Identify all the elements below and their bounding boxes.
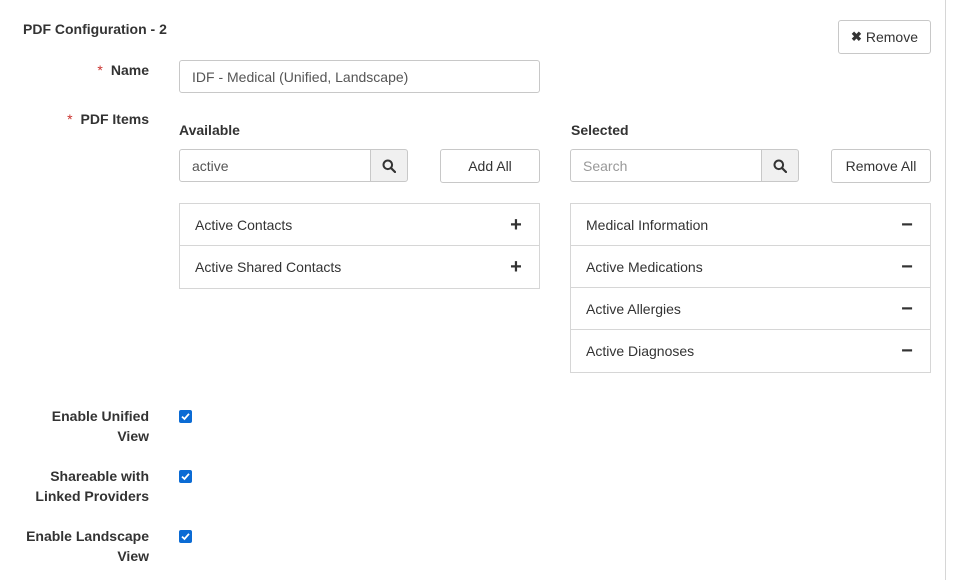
selected-item-active-medications[interactable]: Active Medications − <box>571 246 930 288</box>
selected-item-active-allergies[interactable]: Active Allergies − <box>571 288 930 330</box>
selected-title: Selected <box>571 122 629 138</box>
minus-icon[interactable]: − <box>899 215 915 235</box>
list-item-label: Active Medications <box>586 258 703 275</box>
name-label: * Name <box>97 62 149 78</box>
enable-unified-view-checkbox[interactable] <box>179 410 192 423</box>
selected-item-medical-information[interactable]: Medical Information − <box>571 204 930 246</box>
available-search-button[interactable] <box>370 149 408 182</box>
remove-config-button[interactable]: ✖ Remove <box>838 20 931 54</box>
list-item-label: Active Diagnoses <box>586 343 695 359</box>
selected-item-active-diagnoses[interactable]: Active Diagnoses − <box>571 330 930 372</box>
search-icon <box>382 159 396 173</box>
shareable-linked-providers-label: Shareable with Linked Providers <box>35 468 149 504</box>
remove-all-button[interactable]: Remove All <box>831 149 931 183</box>
list-item-label: Active Contacts <box>195 216 293 233</box>
selected-search-button[interactable] <box>761 149 799 182</box>
available-search-input[interactable] <box>179 149 371 182</box>
section-heading: PDF Configuration - 2 <box>23 21 167 37</box>
available-item-active-shared-contacts[interactable]: Active Shared Contacts + <box>180 246 539 288</box>
available-item-active-contacts[interactable]: Active Contacts + <box>180 204 539 246</box>
plus-icon[interactable]: + <box>508 215 524 235</box>
add-all-button[interactable]: Add All <box>440 149 540 183</box>
shareable-linked-providers-checkbox[interactable] <box>179 470 192 483</box>
list-item-label: Active Allergies <box>586 300 681 317</box>
enable-landscape-view-label: Enable Landscape View <box>26 528 149 564</box>
list-item-label: Active Shared Contacts <box>195 259 342 275</box>
checkmark-icon <box>181 413 190 421</box>
checkmark-icon <box>181 533 190 541</box>
selected-list: Medical Information − Active Medications… <box>570 203 931 373</box>
required-marker: * <box>67 111 73 127</box>
name-input[interactable] <box>179 60 540 93</box>
remove-config-label: Remove <box>865 29 919 45</box>
enable-unified-view-label: Enable Unified View <box>51 408 149 444</box>
minus-icon[interactable]: − <box>899 299 915 319</box>
close-icon: ✖ <box>850 29 862 44</box>
list-item-label: Medical Information <box>586 216 709 233</box>
minus-icon[interactable]: − <box>899 257 915 277</box>
minus-icon[interactable]: − <box>899 341 915 361</box>
available-list: Active Contacts + Active Shared Contacts… <box>179 203 540 289</box>
selected-search-input[interactable] <box>570 149 762 182</box>
pdf-items-label: * PDF Items <box>67 111 149 127</box>
required-marker: * <box>97 62 103 78</box>
plus-icon[interactable]: + <box>508 257 524 277</box>
search-icon <box>773 159 787 173</box>
available-title: Available <box>179 122 240 138</box>
panel-border <box>945 0 946 580</box>
checkmark-icon <box>181 473 190 481</box>
enable-landscape-view-checkbox[interactable] <box>179 530 192 543</box>
